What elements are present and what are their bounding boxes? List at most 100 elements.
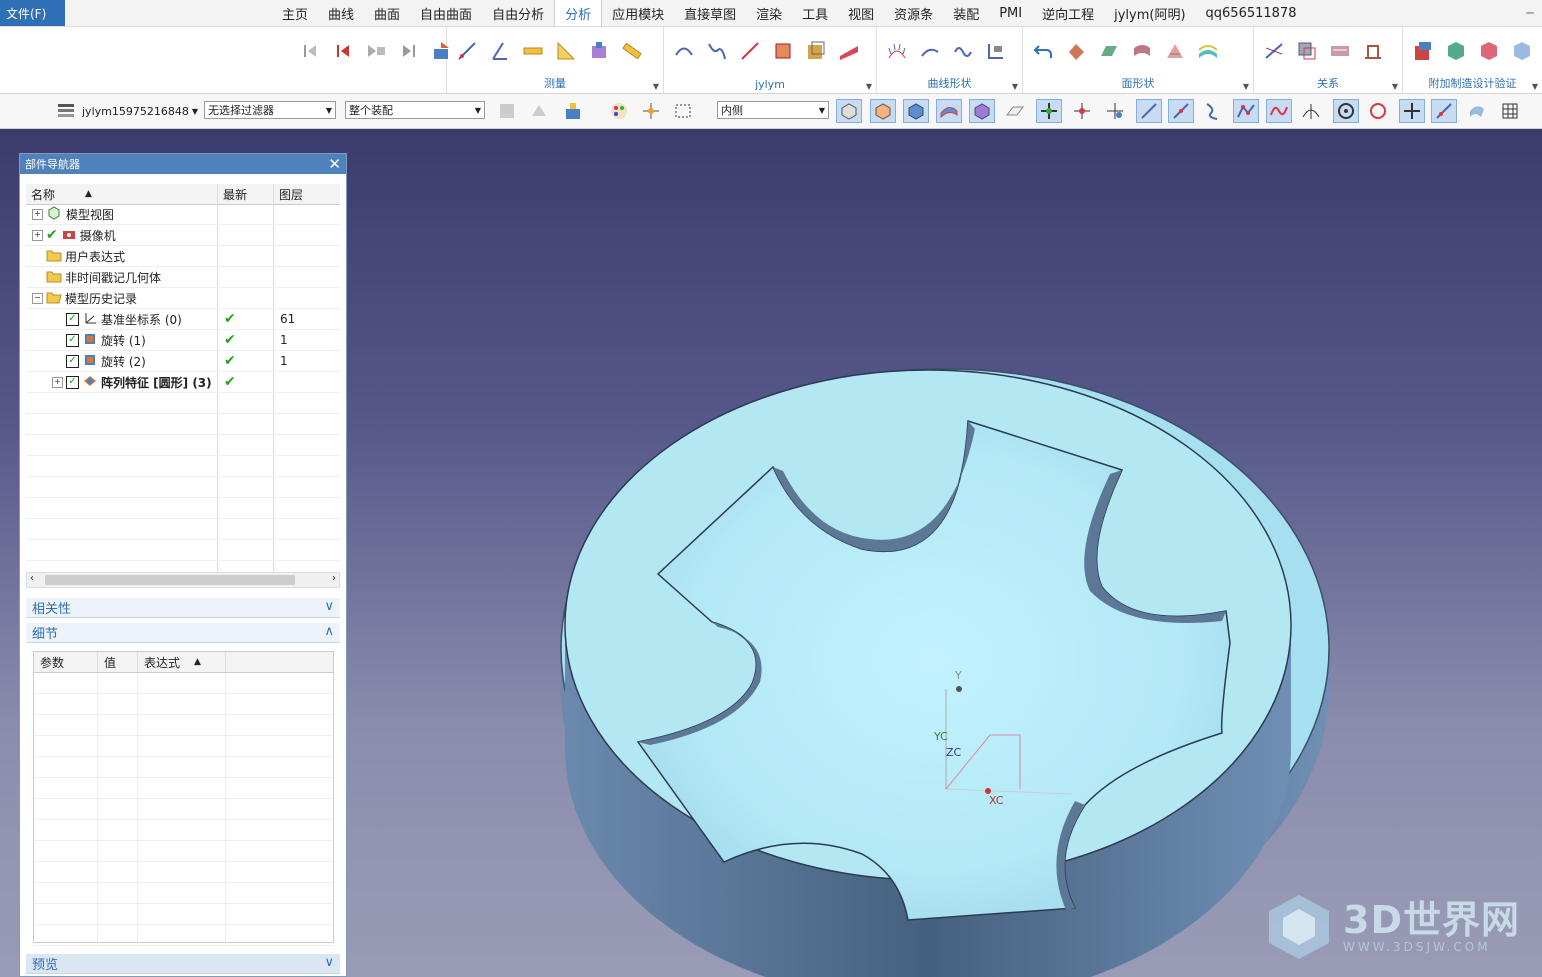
tree-row-datum-csys[interactable]: ✓ 基准坐标系 (0) ✔ 61 bbox=[26, 309, 340, 330]
checkbox[interactable]: ✓ bbox=[66, 312, 79, 326]
group-am-validation-dropdown-icon[interactable]: ▼ bbox=[1532, 82, 1538, 91]
measure-distance-icon[interactable] bbox=[455, 39, 479, 63]
snap-center-icon[interactable] bbox=[1333, 99, 1359, 123]
tab-freeform-analysis[interactable]: 自由分析 bbox=[482, 0, 554, 26]
group-relation-dropdown-icon[interactable]: ▼ bbox=[1392, 82, 1398, 91]
line-icon[interactable] bbox=[738, 39, 762, 63]
tree-row-revolve-1[interactable]: ✓ 旋转 (1) ✔ 1 bbox=[26, 330, 340, 351]
inflection-icon[interactable] bbox=[951, 39, 975, 63]
face-curvature-icon[interactable] bbox=[1097, 39, 1121, 63]
clearance-icon[interactable] bbox=[1328, 39, 1352, 63]
relation-check-icon[interactable] bbox=[1262, 39, 1286, 63]
curvature-icon[interactable] bbox=[918, 39, 942, 63]
tree-row-model-history[interactable]: − 模型历史记录 bbox=[26, 288, 340, 309]
tab-pmi[interactable]: PMI bbox=[989, 0, 1032, 26]
tab-jylym[interactable]: jylym(阿明) bbox=[1104, 0, 1195, 26]
section-dependency[interactable]: 相关性 ∨ bbox=[26, 598, 340, 618]
scrollbar-thumb[interactable] bbox=[45, 575, 295, 585]
color-palette-icon[interactable] bbox=[606, 99, 632, 123]
first-frame-icon[interactable] bbox=[331, 39, 355, 63]
snap-control-point-icon[interactable] bbox=[1233, 99, 1259, 123]
face-analysis-icon[interactable] bbox=[1064, 39, 1088, 63]
snap-component-icon[interactable] bbox=[560, 99, 586, 123]
tab-view[interactable]: 视图 bbox=[838, 0, 884, 26]
tree-row-revolve-2[interactable]: ✓ 旋转 (2) ✔ 1 bbox=[26, 351, 340, 372]
tab-curve[interactable]: 曲线 bbox=[318, 0, 364, 26]
curve-comb-icon[interactable] bbox=[885, 39, 909, 63]
undo-icon[interactable] bbox=[1031, 39, 1055, 63]
section-icon[interactable] bbox=[771, 39, 795, 63]
checkbox[interactable]: ✓ bbox=[66, 354, 79, 368]
tree-row-user-expressions[interactable]: 用户表达式 bbox=[26, 246, 340, 267]
snap-quadrant-icon[interactable] bbox=[1365, 99, 1391, 123]
group-curve-shape-dropdown-icon[interactable]: ▼ bbox=[1012, 82, 1018, 91]
tree-row-model-views[interactable]: + 模型视图 bbox=[26, 204, 340, 225]
expand-icon[interactable]: + bbox=[52, 376, 63, 388]
snap-point-on-curve-icon[interactable] bbox=[1431, 99, 1457, 123]
solid-view-icon[interactable] bbox=[903, 99, 929, 123]
surface-view-icon[interactable] bbox=[936, 99, 962, 123]
am-build-icon[interactable] bbox=[1411, 39, 1435, 63]
tree-horizontal-scrollbar[interactable]: ‹ › bbox=[26, 572, 340, 588]
tree-row-camera[interactable]: + ✔ 摄像机 bbox=[26, 225, 340, 246]
tab-freeform-surface[interactable]: 自由曲面 bbox=[410, 0, 482, 26]
section-details[interactable]: 细节 ∧ bbox=[26, 623, 340, 643]
snap-point-icon[interactable] bbox=[638, 99, 664, 123]
scroll-left-icon[interactable]: ‹ bbox=[30, 573, 34, 584]
gap-icon[interactable] bbox=[1361, 39, 1385, 63]
column-header-value[interactable]: 值 bbox=[98, 652, 138, 672]
deviation-icon[interactable] bbox=[984, 39, 1008, 63]
measure-arc-icon[interactable] bbox=[554, 39, 578, 63]
tab-tools[interactable]: 工具 bbox=[792, 0, 838, 26]
tab-application[interactable]: 应用模块 bbox=[602, 0, 674, 26]
snap-endpoint-icon[interactable] bbox=[1136, 99, 1162, 123]
tab-render[interactable]: 渲染 bbox=[746, 0, 792, 26]
shaded-edge-icon[interactable] bbox=[836, 99, 862, 123]
tab-direct-sketch[interactable]: 直接草图 bbox=[674, 0, 746, 26]
tab-assembly[interactable]: 装配 bbox=[943, 0, 989, 26]
am-support-icon[interactable] bbox=[1477, 39, 1501, 63]
snap-point-on-face-icon[interactable] bbox=[1464, 99, 1490, 123]
ruler-icon[interactable] bbox=[620, 39, 644, 63]
group-jylym-dropdown-icon[interactable]: ▼ bbox=[866, 82, 872, 91]
tab-qq[interactable]: qq656511878 bbox=[1196, 0, 1307, 26]
rectangle-select-icon[interactable] bbox=[670, 99, 696, 123]
column-header-param[interactable]: 参数 bbox=[34, 652, 98, 672]
solid-body-icon[interactable] bbox=[969, 99, 995, 123]
snap-midpoint-icon[interactable] bbox=[1168, 99, 1194, 123]
tab-analysis[interactable]: 分析 bbox=[554, 0, 603, 26]
expand-icon[interactable]: + bbox=[32, 208, 43, 220]
am-thickness-icon[interactable] bbox=[1510, 39, 1534, 63]
face-reflection-icon[interactable] bbox=[1130, 39, 1154, 63]
snap-control-icon[interactable] bbox=[1069, 99, 1095, 123]
column-header-layer[interactable]: 图层 bbox=[274, 184, 340, 204]
tab-home[interactable]: 主页 bbox=[272, 0, 318, 26]
curve-arc-icon[interactable] bbox=[672, 39, 696, 63]
column-header-latest[interactable]: 最新 bbox=[218, 184, 274, 204]
snap-curve-icon[interactable] bbox=[1200, 99, 1226, 123]
minimize-ribbon-icon[interactable]: ─ bbox=[1518, 0, 1542, 26]
interference-icon[interactable] bbox=[1295, 39, 1319, 63]
draft-icon[interactable] bbox=[837, 39, 861, 63]
face-slope-icon[interactable] bbox=[1163, 39, 1187, 63]
snap-feature-icon[interactable] bbox=[526, 99, 552, 123]
offset-icon[interactable] bbox=[804, 39, 828, 63]
expand-icon[interactable]: + bbox=[32, 229, 43, 241]
measure-angle-icon[interactable] bbox=[488, 39, 512, 63]
am-overhang-icon[interactable] bbox=[1444, 39, 1468, 63]
snap-tangent-icon[interactable] bbox=[1298, 99, 1324, 123]
snap-intersection-icon[interactable] bbox=[1102, 99, 1128, 123]
measure-length-icon[interactable] bbox=[521, 39, 545, 63]
side-select[interactable]: 内侧 ▼ bbox=[717, 101, 829, 119]
play-icon[interactable] bbox=[364, 39, 388, 63]
snap-body-icon[interactable] bbox=[494, 99, 520, 123]
column-header-expression[interactable]: 表达式 ▲ bbox=[138, 652, 226, 672]
user-selector[interactable]: jylym15975216848 ▼ bbox=[56, 100, 198, 122]
file-menu-button[interactable]: 文件(F) bbox=[0, 0, 65, 26]
section-preview[interactable]: 预览 ∨ bbox=[26, 954, 340, 974]
spline-icon[interactable] bbox=[705, 39, 729, 63]
group-measure-dropdown-icon[interactable]: ▼ bbox=[653, 82, 659, 91]
tab-reverse-engineering[interactable]: 逆向工程 bbox=[1032, 0, 1104, 26]
snap-spline-icon[interactable] bbox=[1266, 99, 1292, 123]
wireframe-icon[interactable] bbox=[870, 99, 896, 123]
